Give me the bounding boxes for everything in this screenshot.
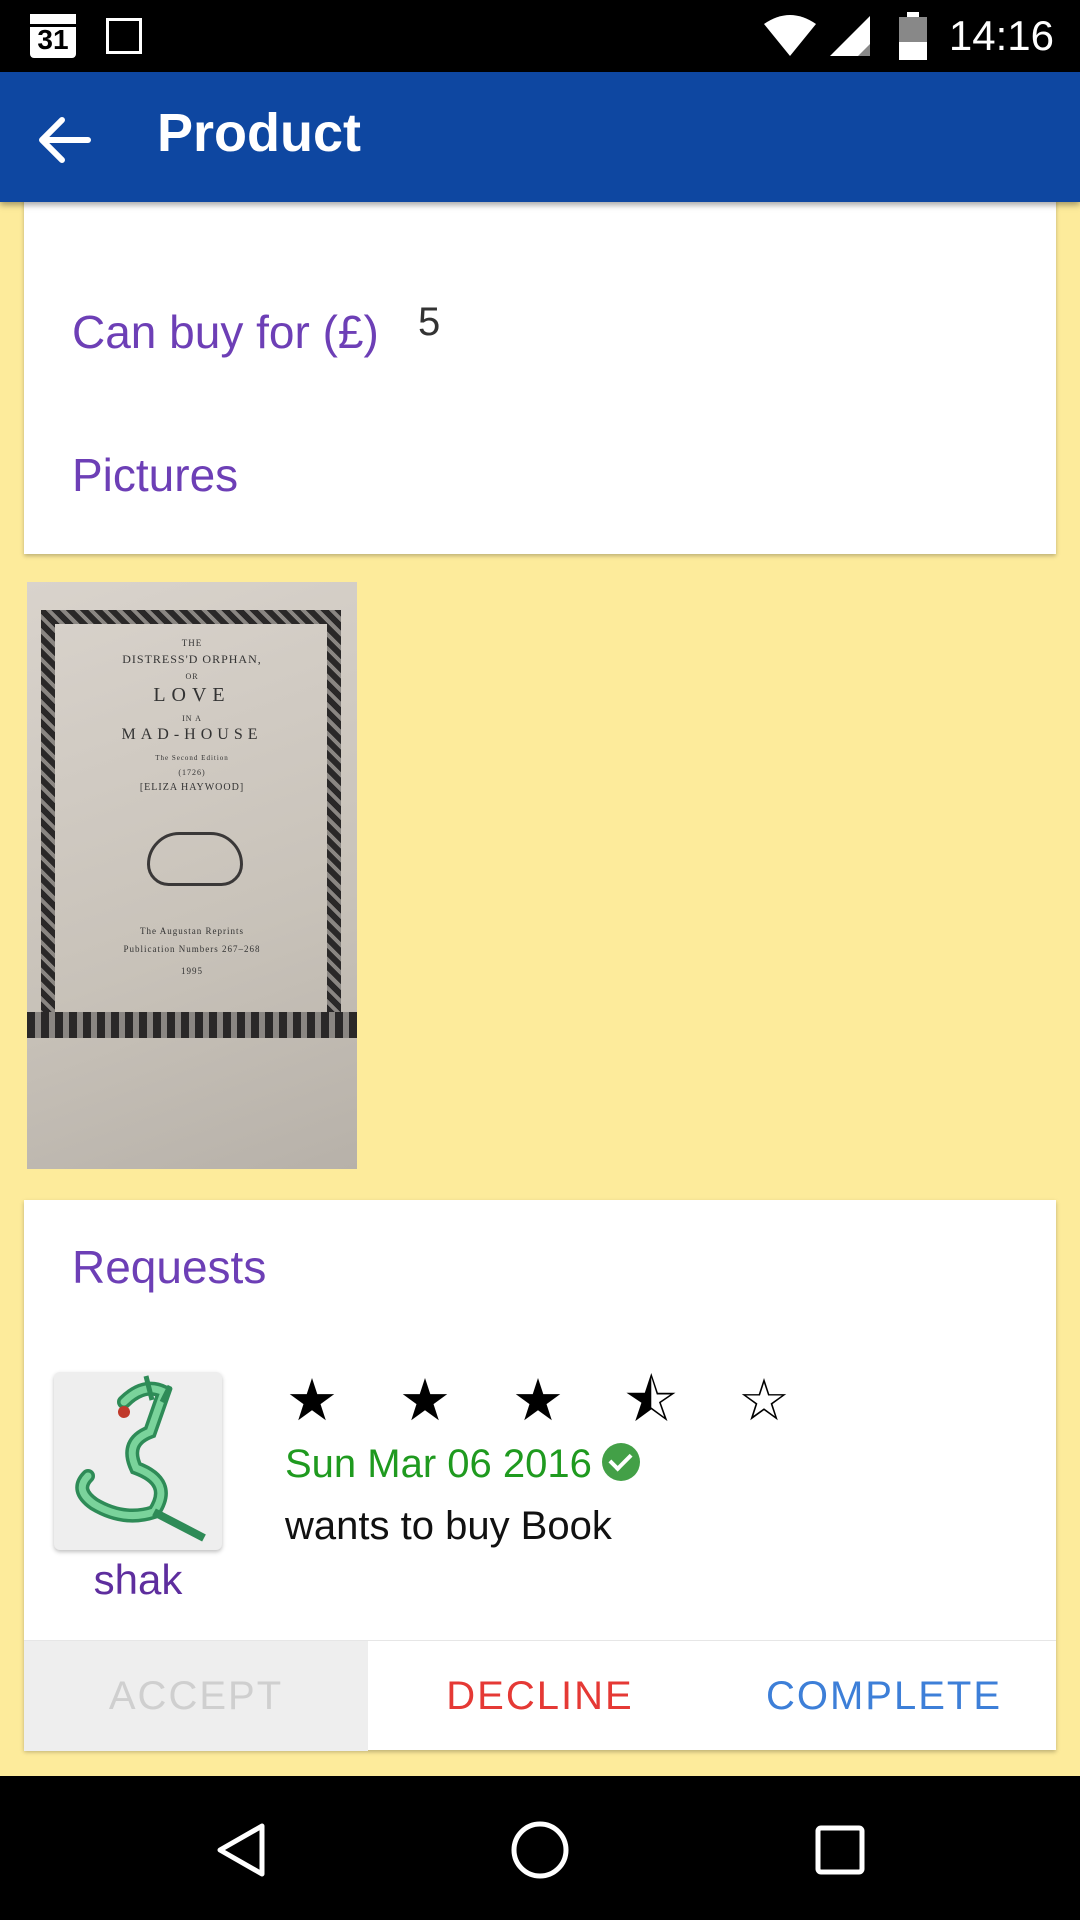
request-date-line: Sun Mar 06 2016 (285, 1442, 640, 1487)
picture-text: 1995 (181, 966, 203, 976)
request-actions: ACCEPT DECLINE COMPLETE (24, 1640, 1056, 1751)
request-message: wants to buy Book (285, 1504, 612, 1548)
dragon-avatar-icon (75, 1375, 206, 1542)
can-buy-for-value: 5 (418, 300, 441, 344)
triangle-back-icon[interactable] (210, 1818, 274, 1882)
picture-text: DISTRESS'D ORPHAN, (122, 652, 262, 666)
calendar-icon: 31 (30, 14, 76, 58)
picture-text: LOVE (153, 684, 231, 706)
picture-text: MAD-HOUSE (121, 726, 263, 743)
clock: 14:16 (948, 12, 1054, 59)
pictures-label: Pictures (72, 449, 239, 501)
ornament (147, 832, 243, 886)
product-picture[interactable]: THE DISTRESS'D ORPHAN, OR LOVE IN A MAD-… (27, 582, 357, 1169)
page-title: Product (157, 103, 362, 163)
star-full-icon: ★ (512, 1366, 564, 1434)
requester-name[interactable]: shak (24, 1556, 252, 1604)
picture-text: OR (185, 672, 199, 681)
image-icon (106, 18, 142, 54)
picture-text: IN A (182, 714, 202, 723)
book-page-border-bottom (27, 1012, 357, 1038)
avatar[interactable] (54, 1372, 222, 1550)
requests-card: Requests shak ★ ★ ★ ⯪ ☆ Sun Mar 06 2016 … (24, 1200, 1056, 1751)
status-bar: 31 14:16 (0, 0, 1080, 72)
battery-icon (899, 12, 927, 60)
requests-title: Requests (72, 1241, 267, 1293)
accept-button[interactable]: ACCEPT (24, 1641, 368, 1751)
square-recents-icon[interactable] (808, 1818, 872, 1882)
picture-text: THE (181, 638, 203, 648)
can-buy-for-label: Can buy for (£) (72, 306, 379, 358)
picture-text: (1726) (178, 768, 206, 777)
arrow-left-icon[interactable] (36, 112, 92, 168)
signal-icon (830, 16, 870, 56)
circle-home-icon[interactable] (508, 1818, 572, 1882)
app-bar: Product (0, 72, 1080, 202)
picture-text: [ELIZA HAYWOOD] (139, 782, 245, 793)
star-full-icon: ★ (286, 1366, 338, 1434)
star-empty-icon: ☆ (738, 1366, 790, 1434)
check-circle-icon (601, 1443, 640, 1482)
star-full-icon: ★ (399, 1366, 451, 1434)
wifi-icon (764, 15, 816, 56)
request-date: Sun Mar 06 2016 (285, 1442, 592, 1486)
picture-text: The Second Edition (155, 754, 229, 762)
picture-text: Publication Numbers 267–268 (123, 944, 261, 954)
picture-text: The Augustan Reprints (140, 926, 244, 936)
calendar-day: 31 (37, 24, 69, 55)
product-details-card: Available From Can buy for (£) 5 Picture… (24, 150, 1056, 554)
star-half-icon: ⯪ (623, 1366, 679, 1434)
complete-button[interactable]: COMPLETE (712, 1641, 1056, 1751)
decline-button[interactable]: DECLINE (368, 1641, 712, 1751)
navigation-bar (0, 1776, 1080, 1920)
